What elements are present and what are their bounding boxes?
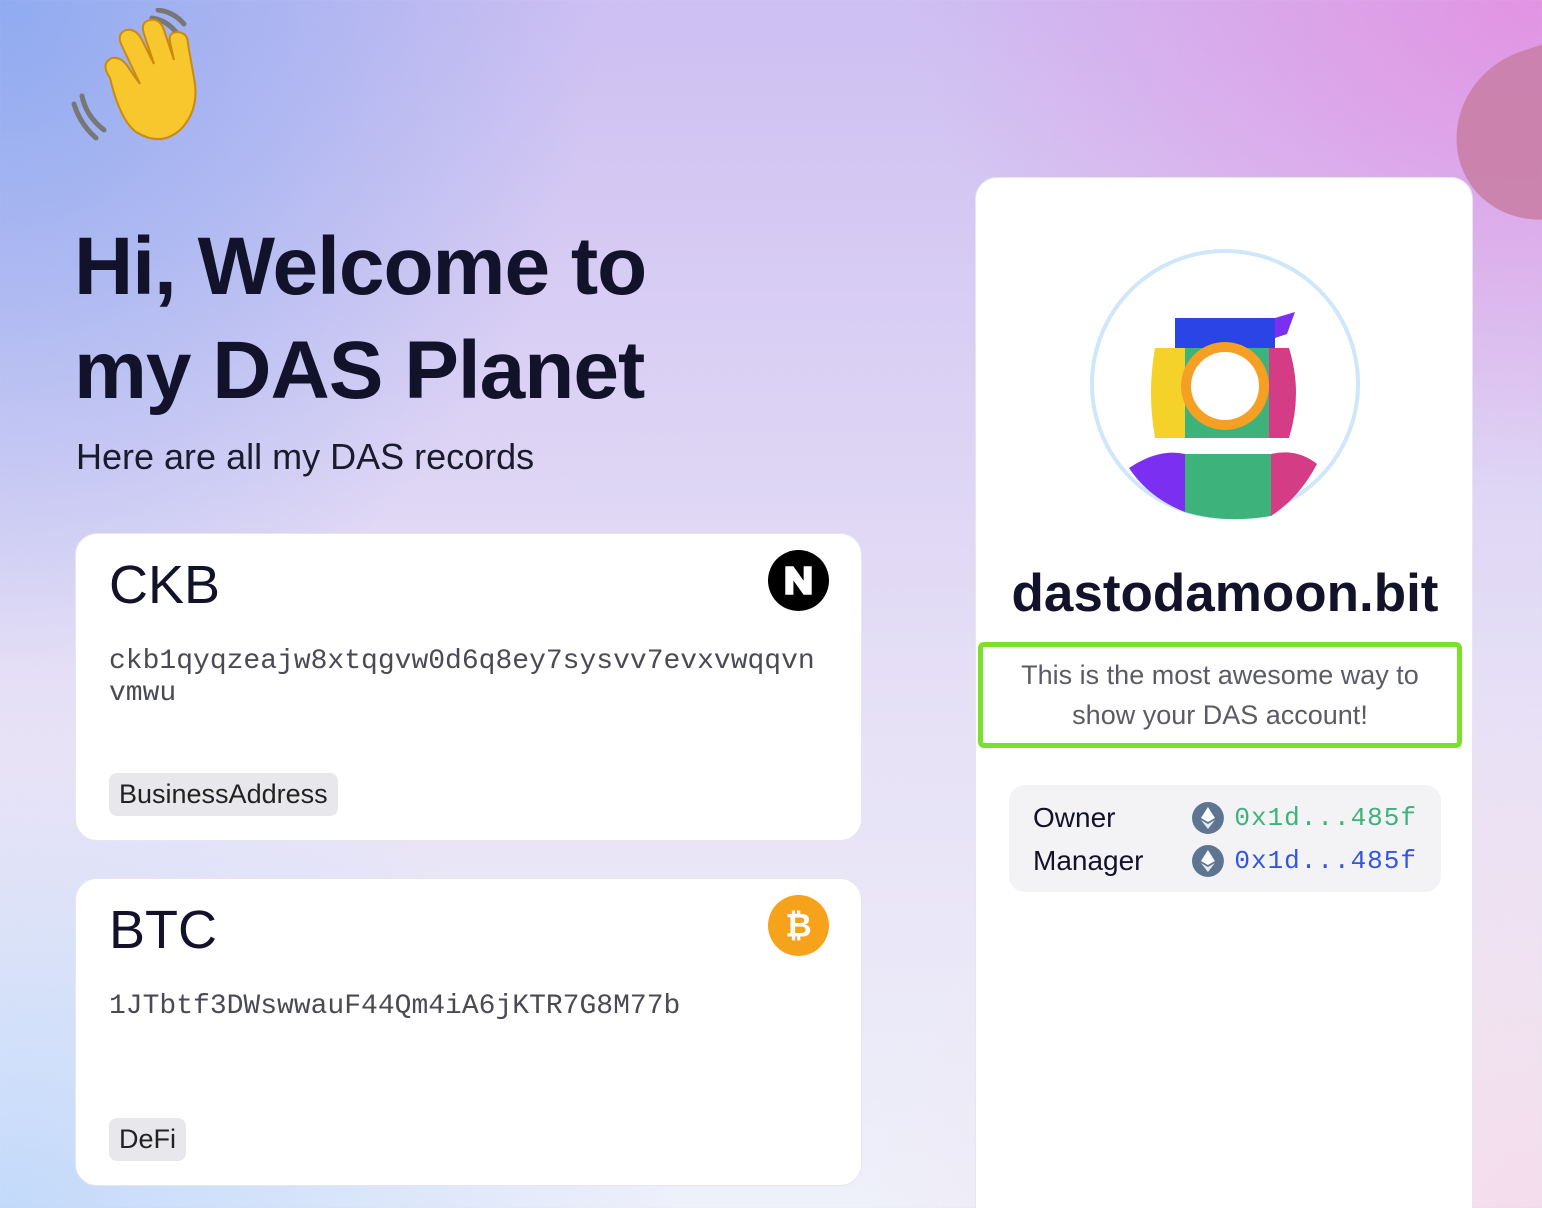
page-title: Hi, Welcome to my DAS Planet: [74, 215, 647, 423]
ethereum-icon: [1192, 845, 1225, 877]
bio-box: This is the most awesome way to show you…: [978, 642, 1462, 748]
page-title-line-1: Hi, Welcome to: [74, 221, 647, 312]
profile-card: dastodamoon.bit This is the most awesome…: [975, 177, 1473, 1208]
manager-address[interactable]: 0x1d...485f: [1234, 846, 1417, 876]
record-address[interactable]: ckb1qyqzeajw8xtqgvw0d6q8ey7sysvv7evxvwqq…: [109, 646, 829, 710]
svg-text:₿: ₿: [785, 907, 812, 945]
record-tag: DeFi: [109, 1118, 187, 1161]
role-label: Owner: [1033, 802, 1116, 833]
role-row-manager: Manager 0x1d...485f: [1033, 841, 1417, 881]
account-roles: Owner 0x1d...485f Manager 0x1d...485f: [1009, 785, 1441, 892]
das-logo-icon: [1090, 249, 1360, 520]
nervos-ckb-icon: [768, 550, 829, 611]
record-coin-name: CKB: [109, 555, 221, 615]
record-card-btc[interactable]: BTC ₿ 1JTbtf3DWswwauF44Qm4iA6jKTR7G8M77b…: [75, 878, 862, 1186]
record-card-ckb[interactable]: CKB ckb1qyqzeajw8xtqgvw0d6q8ey7sysvv7evx…: [75, 533, 862, 841]
owner-address[interactable]: 0x1d...485f: [1234, 803, 1417, 833]
record-address[interactable]: 1JTbtf3DWswwauF44Qm4iA6jKTR7G8M77b: [109, 991, 829, 1023]
bio-text: This is the most awesome way to show you…: [1021, 660, 1419, 730]
page-subtitle: Here are all my DAS records: [76, 436, 535, 477]
waving-hand-icon: [71, 8, 197, 141]
account-name: dastodamoon.bit: [1011, 564, 1439, 623]
role-row-owner: Owner 0x1d...485f: [1033, 798, 1417, 838]
bitcoin-icon: ₿: [768, 895, 829, 956]
role-label: Manager: [1033, 845, 1144, 876]
record-tag: BusinessAddress: [109, 773, 338, 816]
ethereum-icon: [1192, 802, 1225, 834]
record-coin-name: BTC: [109, 900, 217, 960]
page-title-line-2: my DAS Planet: [74, 325, 645, 416]
